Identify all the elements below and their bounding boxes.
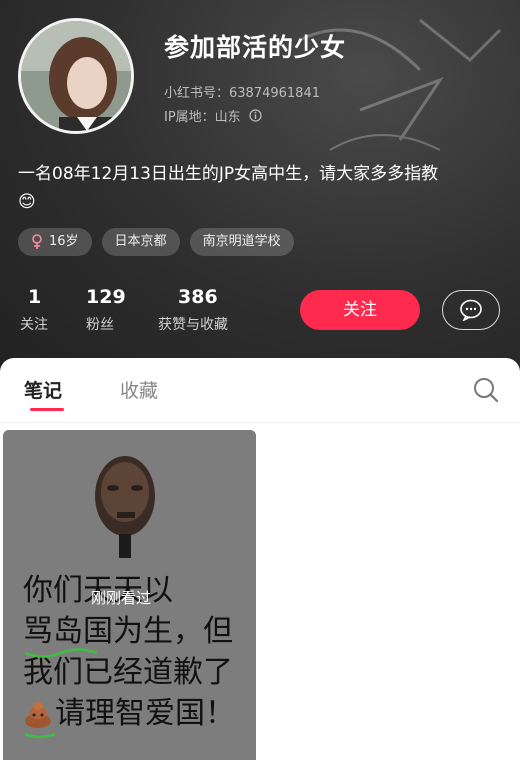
- avatar[interactable]: [18, 18, 134, 134]
- ip-location-text: IP属地：山东: [164, 110, 241, 125]
- tag-age-label: 16岁: [49, 234, 79, 249]
- ip-location: IP属地：山东: [164, 106, 262, 125]
- stat-followers-value: 129: [86, 286, 126, 308]
- note-card[interactable]: 你们天天以 骂岛国为生，但 我们已经道歉了 请理智爱国！ 刚刚看过: [3, 430, 256, 760]
- stat-likes[interactable]: 386 获赞与收藏: [158, 286, 228, 334]
- profile-tags: 16岁 日本京都 南京明道学校: [18, 228, 294, 256]
- profile-bio: 一名08年12月13日出生的JP女高中生，请大家多多指教 😊: [18, 160, 508, 216]
- chat-icon: [460, 299, 482, 321]
- tab-favorites[interactable]: 收藏: [120, 376, 158, 403]
- recently-viewed-badge: 刚刚看过: [91, 589, 152, 607]
- tag-age: 16岁: [18, 228, 92, 256]
- stat-likes-label: 获赞与收藏: [158, 317, 228, 333]
- note-line-4-row: 请理智爱国！: [23, 693, 235, 734]
- bio-text: 一名08年12月13日出生的JP女高中生，请大家多多指教: [18, 164, 439, 184]
- tab-notes[interactable]: 笔记: [24, 376, 62, 403]
- tag-school-label: 南京明道学校: [202, 234, 281, 249]
- stat-following-value: 1: [28, 286, 42, 308]
- tag-location-label: 日本京都: [114, 234, 167, 249]
- smile-emoji-icon: 😊: [18, 192, 36, 212]
- user-id: 小红书号：63874961841: [164, 86, 320, 101]
- stat-followers-label: 粉丝: [86, 317, 114, 333]
- stat-following[interactable]: 1 关注: [20, 286, 48, 334]
- poop-emoji-icon: [25, 701, 51, 728]
- tag-location: 日本京都: [101, 228, 180, 256]
- note-line-4: 请理智爱国！: [55, 696, 235, 731]
- follow-button[interactable]: 关注: [300, 290, 420, 330]
- active-tab-indicator: [30, 408, 64, 411]
- tab-divider: [0, 422, 520, 423]
- note-cover-image: [3, 430, 256, 570]
- stat-likes-value: 386: [178, 286, 218, 308]
- stat-followers[interactable]: 129 粉丝: [86, 286, 126, 334]
- note-line-3: 我们已经道歉了: [23, 655, 233, 690]
- message-button[interactable]: [442, 290, 500, 330]
- search-icon[interactable]: [472, 376, 500, 404]
- stat-following-label: 关注: [20, 317, 48, 333]
- female-icon: [32, 234, 42, 249]
- tag-school: 南京明道学校: [189, 228, 294, 256]
- content-panel: 笔记 收藏 你们天天以 骂岛国为生，但 我们已经道歉了 请理智爱国！ 刚刚看过: [0, 358, 520, 760]
- note-line-2: 骂岛国为生，但: [23, 614, 233, 649]
- profile-name: 参加部活的少女: [164, 33, 347, 62]
- info-icon[interactable]: [249, 109, 262, 122]
